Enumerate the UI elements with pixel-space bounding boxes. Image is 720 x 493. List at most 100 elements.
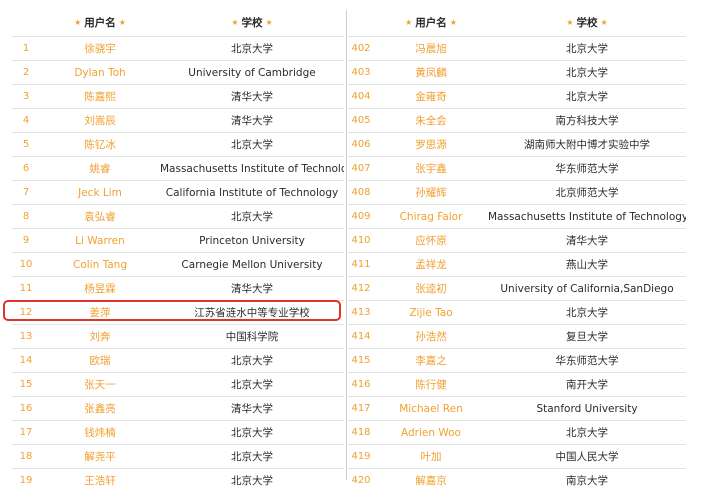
table-row: 413 Zijie Tao 北京大学: [348, 300, 686, 324]
school-name: 北京师范大学: [555, 186, 619, 199]
table-row: 408 孙耀辉 北京师范大学: [348, 180, 686, 204]
row-number: 15: [19, 378, 33, 390]
ranking-page: ★ 用户名 ★ ★ 学校 ★ 1 徐骁宇 北京大学 2 Dylan Toh University …: [0, 0, 720, 487]
row-number: 411: [351, 258, 371, 270]
school-name: 北京大学: [231, 354, 273, 367]
row-number: 9: [22, 234, 30, 246]
star-icon: ★: [405, 18, 413, 27]
school-name: 清华大学: [231, 282, 273, 295]
user-name: 杨昱霖: [84, 282, 116, 295]
user-name: 钱炜楠: [84, 426, 116, 439]
table-row: 13 刘奔 中国科学院: [12, 324, 344, 348]
school-name: 北京大学: [566, 42, 608, 55]
school-name: 北京大学: [231, 378, 273, 391]
user-name: 解尧平: [84, 450, 116, 463]
row-number: 3: [22, 90, 30, 102]
star-icon: ★: [600, 18, 608, 27]
row-number: 406: [351, 138, 371, 150]
table-row: 5 陈钇冰 北京大学: [12, 132, 344, 156]
star-icon: ★: [74, 18, 82, 27]
table-row: 407 张宇鑫 华东师范大学: [348, 156, 686, 180]
table-row: 411 孟祥龙 燕山大学: [348, 252, 686, 276]
row-number: 17: [19, 426, 33, 438]
table-row: 9 Li Warren Princeton University: [12, 228, 344, 252]
table-header-left: ★ 用户名 ★ ★ 学校 ★: [12, 10, 344, 36]
school-name: Massachusetts Institute of Technology: [160, 162, 344, 175]
user-name: 李嘉之: [415, 354, 447, 367]
user-name: 徐骁宇: [84, 42, 116, 55]
table-row: 4 刘嵩辰 清华大学: [12, 108, 344, 132]
table-row: 10 Colin Tang Carnegie Mellon University: [12, 252, 344, 276]
school-name: 北京大学: [566, 66, 608, 79]
row-number: 407: [351, 162, 371, 174]
school-name: 湖南师大附中博才实验中学: [524, 138, 650, 151]
user-name: 孟祥龙: [415, 258, 447, 271]
user-name: 陈行健: [415, 378, 447, 391]
table-row: 402 冯晨旭 北京大学: [348, 36, 686, 60]
row-number: 402: [351, 42, 371, 54]
table-row: 415 李嘉之 华东师范大学: [348, 348, 686, 372]
school-name: 南方科技大学: [555, 114, 619, 127]
row-number: 413: [351, 306, 371, 318]
row-number: 420: [351, 474, 371, 486]
user-name: 张逵初: [415, 282, 447, 295]
row-number: 11: [19, 282, 33, 294]
table-row: 19 王浩轩 北京大学: [12, 468, 344, 492]
table-row: 7 Jeck Lim California Institute of Technol…: [12, 180, 344, 204]
user-name: 孙浩然: [415, 330, 447, 343]
row-number: 8: [22, 210, 30, 222]
school-name: 北京大学: [566, 426, 608, 439]
user-name: 黄凤麟: [415, 66, 447, 79]
school-name: 北京大学: [231, 210, 273, 223]
row-number: 414: [351, 330, 371, 342]
ranking-table-right: ★ 用户名 ★ ★ 学校 ★ 402 冯晨旭 北京大学 403 黄凤麟 北京大学 404 金雍奇 北京大…: [348, 10, 686, 492]
school-name: 南开大学: [566, 378, 608, 391]
user-name: 刘奔: [89, 330, 111, 343]
school-name: 清华大学: [231, 90, 273, 103]
school-name: 清华大学: [566, 234, 608, 247]
header-school: ★ 学校 ★: [231, 17, 273, 29]
user-name: 孙耀辉: [415, 186, 447, 199]
row-number: 7: [22, 186, 30, 198]
user-name: 欧瑞: [89, 354, 111, 367]
school-name: 燕山大学: [566, 258, 608, 271]
school-name: Stanford University: [536, 402, 638, 415]
row-number: 404: [351, 90, 371, 102]
row-number: 403: [351, 66, 371, 78]
table-row: 414 孙浩然 复旦大学: [348, 324, 686, 348]
school-name: 北京大学: [566, 90, 608, 103]
school-name: 华东师范大学: [555, 162, 619, 175]
table-row: 418 Adrien Woo 北京大学: [348, 420, 686, 444]
row-number: 415: [351, 354, 371, 366]
school-name: Massachusetts Institute of Technology: [488, 210, 686, 223]
user-name: Dylan Toh: [74, 66, 126, 79]
row-number: 416: [351, 378, 371, 390]
table-row: 420 解嘉京 南京大学: [348, 468, 686, 492]
user-name: 王浩轩: [84, 474, 116, 487]
school-name: University of California,SanDiego: [500, 282, 674, 295]
table-row: 14 欧瑞 北京大学: [12, 348, 344, 372]
star-icon: ★: [566, 18, 574, 27]
table-row: 404 金雍奇 北京大学: [348, 84, 686, 108]
user-name: Michael Ren: [399, 402, 463, 415]
header-school: ★ 学校 ★: [566, 17, 608, 29]
row-number: 4: [22, 114, 30, 126]
school-name: Carnegie Mellon University: [181, 258, 323, 271]
row-number: 419: [351, 450, 371, 462]
table-row: 8 袁弘睿 北京大学: [12, 204, 344, 228]
row-number: 1: [22, 42, 30, 54]
star-icon: ★: [118, 18, 126, 27]
user-name: 朱全会: [415, 114, 447, 127]
user-name: 袁弘睿: [84, 210, 116, 223]
school-name: 北京大学: [231, 138, 273, 151]
user-name: 金雍奇: [415, 90, 447, 103]
table-row: 3 陈嘉熙 清华大学: [12, 84, 344, 108]
user-name: 陈钇冰: [84, 138, 116, 151]
row-number: 19: [19, 474, 33, 486]
table-header-right: ★ 用户名 ★ ★ 学校 ★: [348, 10, 686, 36]
row-number: 412: [351, 282, 371, 294]
table-row: 2 Dylan Toh University of Cambridge: [12, 60, 344, 84]
user-name: 张宇鑫: [415, 162, 447, 175]
table-row: 419 叶加 中国人民大学: [348, 444, 686, 468]
user-name: 解嘉京: [415, 474, 447, 487]
